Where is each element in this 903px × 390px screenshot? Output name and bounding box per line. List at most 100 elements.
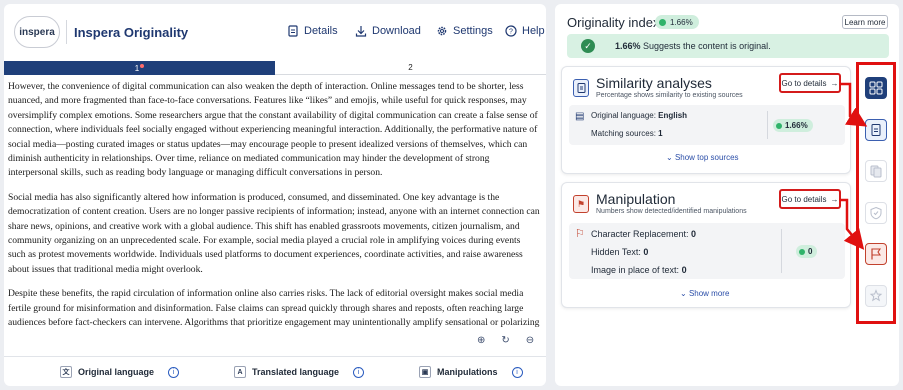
inspera-logo: inspera [14,16,60,48]
status-dot [799,248,805,255]
manipulations-label: Manipulations [437,367,498,377]
translated-language-toggle[interactable]: A Translated language i [234,366,365,378]
tab-label: 2 [408,63,413,72]
divider [767,111,768,139]
app-title: Inspera Originality [74,25,189,40]
manipulation-details: ⚐ Character Replacement: 0 Hidden Text: … [569,223,845,279]
flag-icon: ⚑ [573,195,589,213]
banner-score: 1.66% [615,41,641,51]
status-dot [659,18,666,26]
help-icon: ? [505,25,517,37]
divider [4,356,546,357]
hidden-text-row: Hidden Text: 0 [591,247,648,257]
flag-icon: ⚐ [575,228,585,240]
info-icon[interactable]: i [353,366,365,378]
manipulation-go-to-details-button[interactable]: Go to details → [779,189,841,209]
download-label: Download [372,25,421,37]
document-icon: ▤ [575,111,585,122]
app-header: inspera Inspera Originality Details Down… [4,4,546,62]
chevron-down-icon: ⌄ [680,289,687,298]
original-language-toggle[interactable]: 文 Original language i [60,366,180,378]
manipulation-icon: ▣ [419,366,431,378]
value: 0 [681,265,687,275]
originality-title: Originality index [567,15,660,30]
reset-icon[interactable]: ↻ [501,335,509,346]
settings-label: Settings [453,25,493,37]
similarity-nav-icon[interactable] [865,119,887,141]
similarity-card: Similarity analyses Percentage shows sim… [561,66,851,174]
details-label: Details [304,25,338,37]
download-icon [355,26,367,37]
character-replacement-row: Character Replacement: 0 [591,229,696,239]
shield-icon[interactable] [865,202,887,224]
header-divider [66,20,67,44]
zoom-in-icon[interactable]: ⊕ [477,335,485,346]
translated-language-label: Translated language [252,367,340,377]
tab-alert-dot [140,64,145,68]
label: Character Replacement: [591,229,692,239]
originality-panel: Originality index 1.66% Learn more ✓ 1.6… [555,4,899,386]
similarity-go-to-details-button[interactable]: Go to details → [779,73,841,93]
translate-icon: A [234,366,246,378]
svg-text:?: ? [509,29,513,36]
original-language-row: Original language: English [591,111,687,120]
show-top-sources-label: Show top sources [674,153,739,162]
tab-page-1[interactable]: 1 [4,61,275,75]
divider [781,229,782,273]
originality-banner: ✓ 1.66% Suggests the content is original… [567,34,889,58]
originality-score-badge: 1.66% [655,15,699,29]
side-navigation [856,62,896,324]
document-icon [288,25,298,37]
label: Hidden Text: [591,247,644,257]
tab-label: 1 [134,63,140,73]
help-button[interactable]: ? Help [505,25,545,37]
show-more-label: Show more [688,289,730,298]
zoom-out-icon[interactable]: ⊖ [526,335,534,346]
language-icon: 文 [60,366,72,378]
manipulation-score: 0 [808,247,813,256]
tab-page-2[interactable]: 2 [275,61,546,75]
zoom-toolbar: ⊕ ↻ ⊖ [477,335,534,346]
arrow-right-icon: → [830,194,839,204]
matching-sources-row: Matching sources: 1 [591,129,663,138]
manipulations-toggle[interactable]: ▣ Manipulations i [419,366,523,378]
similarity-score-badge: 1.66% [773,119,813,132]
download-button[interactable]: Download [355,25,421,37]
manipulation-score-badge: 0 [796,245,818,258]
help-label: Help [522,25,545,37]
manipulation-card: ⚑ Manipulation Numbers show detected/ide… [561,182,851,308]
similarity-title: Similarity analyses [596,75,712,91]
paragraph: Despite these benefits, the rapid circul… [8,288,540,332]
original-language-label: Original language [78,367,155,377]
label: Image in place of text: [591,265,682,275]
show-more-link[interactable]: ⌄ Show more [680,289,729,298]
info-icon[interactable]: i [511,366,523,378]
check-icon: ✓ [581,39,595,53]
arrow-right-icon: → [830,78,839,88]
banner-text: Suggests the content is original. [640,41,771,51]
similarity-icon [573,79,589,97]
value: 0 [691,229,697,239]
value: English [658,111,688,120]
chevron-down-icon: ⌄ [666,153,673,162]
copy-icon[interactable] [865,160,887,182]
ai-icon[interactable] [865,285,887,307]
gear-icon [437,26,447,36]
image-in-place-row: Image in place of text: 0 [591,265,687,275]
label: Original language: [591,111,659,120]
manipulation-subtitle: Numbers show detected/identified manipul… [596,208,747,215]
manipulation-title: Manipulation [596,191,676,207]
paragraph: Social media has also significantly alte… [8,191,540,275]
info-icon[interactable]: i [168,366,180,378]
settings-button[interactable]: Settings [436,25,493,37]
show-top-sources-link[interactable]: ⌄ Show top sources [666,153,739,162]
page-tabs: 1 2 [4,61,546,75]
document-text: However, the convenience of digital comm… [8,80,540,332]
paragraph: However, the convenience of digital comm… [8,81,538,179]
similarity-score: 1.66% [785,121,808,130]
details-button[interactable]: Details [287,25,338,37]
learn-more-button[interactable]: Learn more [842,15,888,29]
grid-icon[interactable] [865,77,887,99]
manipulation-nav-icon[interactable] [865,243,887,265]
status-dot [776,122,782,129]
